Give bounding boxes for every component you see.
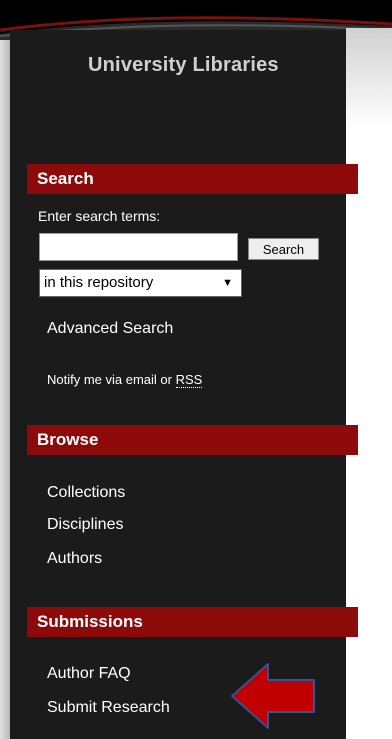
search-input[interactable] (39, 233, 238, 261)
browse-header: Browse (27, 425, 358, 455)
left-rail (0, 40, 10, 739)
browse-disciplines-link[interactable]: Disciplines (47, 516, 123, 534)
author-faq-link[interactable]: Author FAQ (47, 665, 131, 683)
search-prompt: Enter search terms: (38, 208, 161, 224)
content-shade (346, 28, 392, 128)
search-header: Search (27, 164, 358, 194)
left-arrow-icon (231, 663, 315, 729)
submissions-header: Submissions (27, 607, 358, 637)
sidebar-title: University Libraries (88, 54, 279, 76)
browse-authors-link[interactable]: Authors (47, 550, 102, 568)
chevron-down-icon: ▼ (222, 277, 233, 289)
advanced-search-link[interactable]: Advanced Search (47, 320, 173, 338)
rss-link[interactable]: RSS (175, 372, 203, 388)
browse-collections-link[interactable]: Collections (47, 484, 125, 502)
scope-selected-value: in this repository (44, 274, 154, 291)
notify-line: Notify me via email or RSS (47, 372, 203, 388)
submit-research-link[interactable]: Submit Research (47, 699, 170, 717)
scope-select[interactable]: in this repository ▼ (39, 269, 242, 297)
search-button[interactable]: Search (248, 238, 319, 260)
notify-text: Notify me via email or (47, 372, 172, 387)
